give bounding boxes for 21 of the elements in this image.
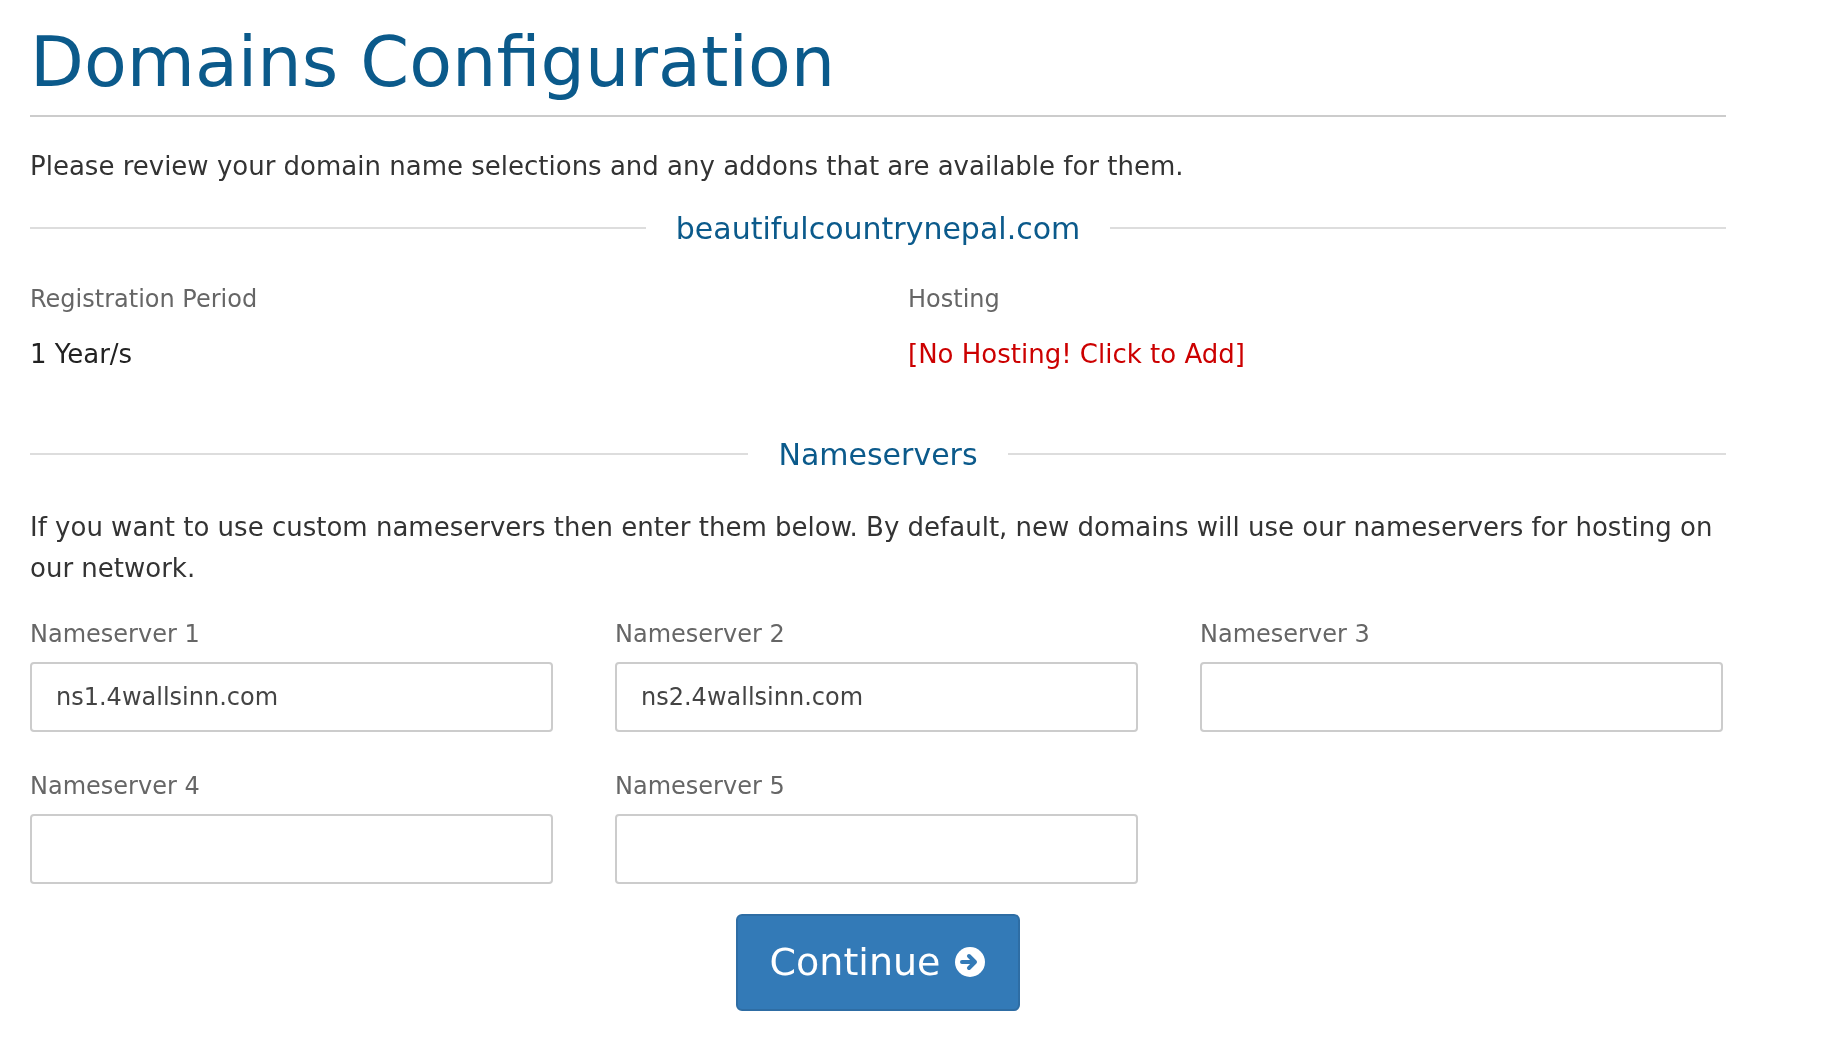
nameserver-input[interactable]	[30, 813, 553, 884]
field-label: Nameserver 3	[1200, 618, 1371, 650]
field-label: Hosting	[908, 283, 1001, 315]
nameserver-input[interactable]	[1200, 661, 1723, 732]
domain-name: beautifulcountrynepal.com	[675, 209, 1081, 248]
continue-button[interactable]: Continue	[735, 913, 1021, 1011]
nameservers-text: If you want to use custom nameservers then enter them below. By default, new domains will use our nameservers for hosting on our network.	[30, 510, 1714, 586]
field-label: Nameserver 1	[30, 618, 201, 650]
add-hosting-link[interactable]: [No Hosting! Click to Add]	[908, 334, 1245, 374]
field-label: Nameserver 4	[30, 770, 201, 802]
field-label: Nameserver 2	[615, 618, 786, 650]
nameserver-input[interactable]	[615, 813, 1138, 884]
field-label: Nameserver 5	[615, 770, 786, 802]
arrow-circle-icon	[954, 946, 987, 979]
page-title: Domains Configuration	[30, 22, 1726, 117]
field-value: 1 Year/s	[30, 337, 134, 371]
field-label: Registration Period	[30, 283, 259, 315]
nameserver-input[interactable]: ns2.4wallsinn.com	[615, 661, 1138, 732]
section-heading: Nameservers	[778, 435, 978, 474]
intro-text: Please review your domain name selections and any addons that are available for them.	[30, 149, 1185, 183]
nameserver-input[interactable]: ns1.4wallsinn.com	[30, 661, 553, 732]
